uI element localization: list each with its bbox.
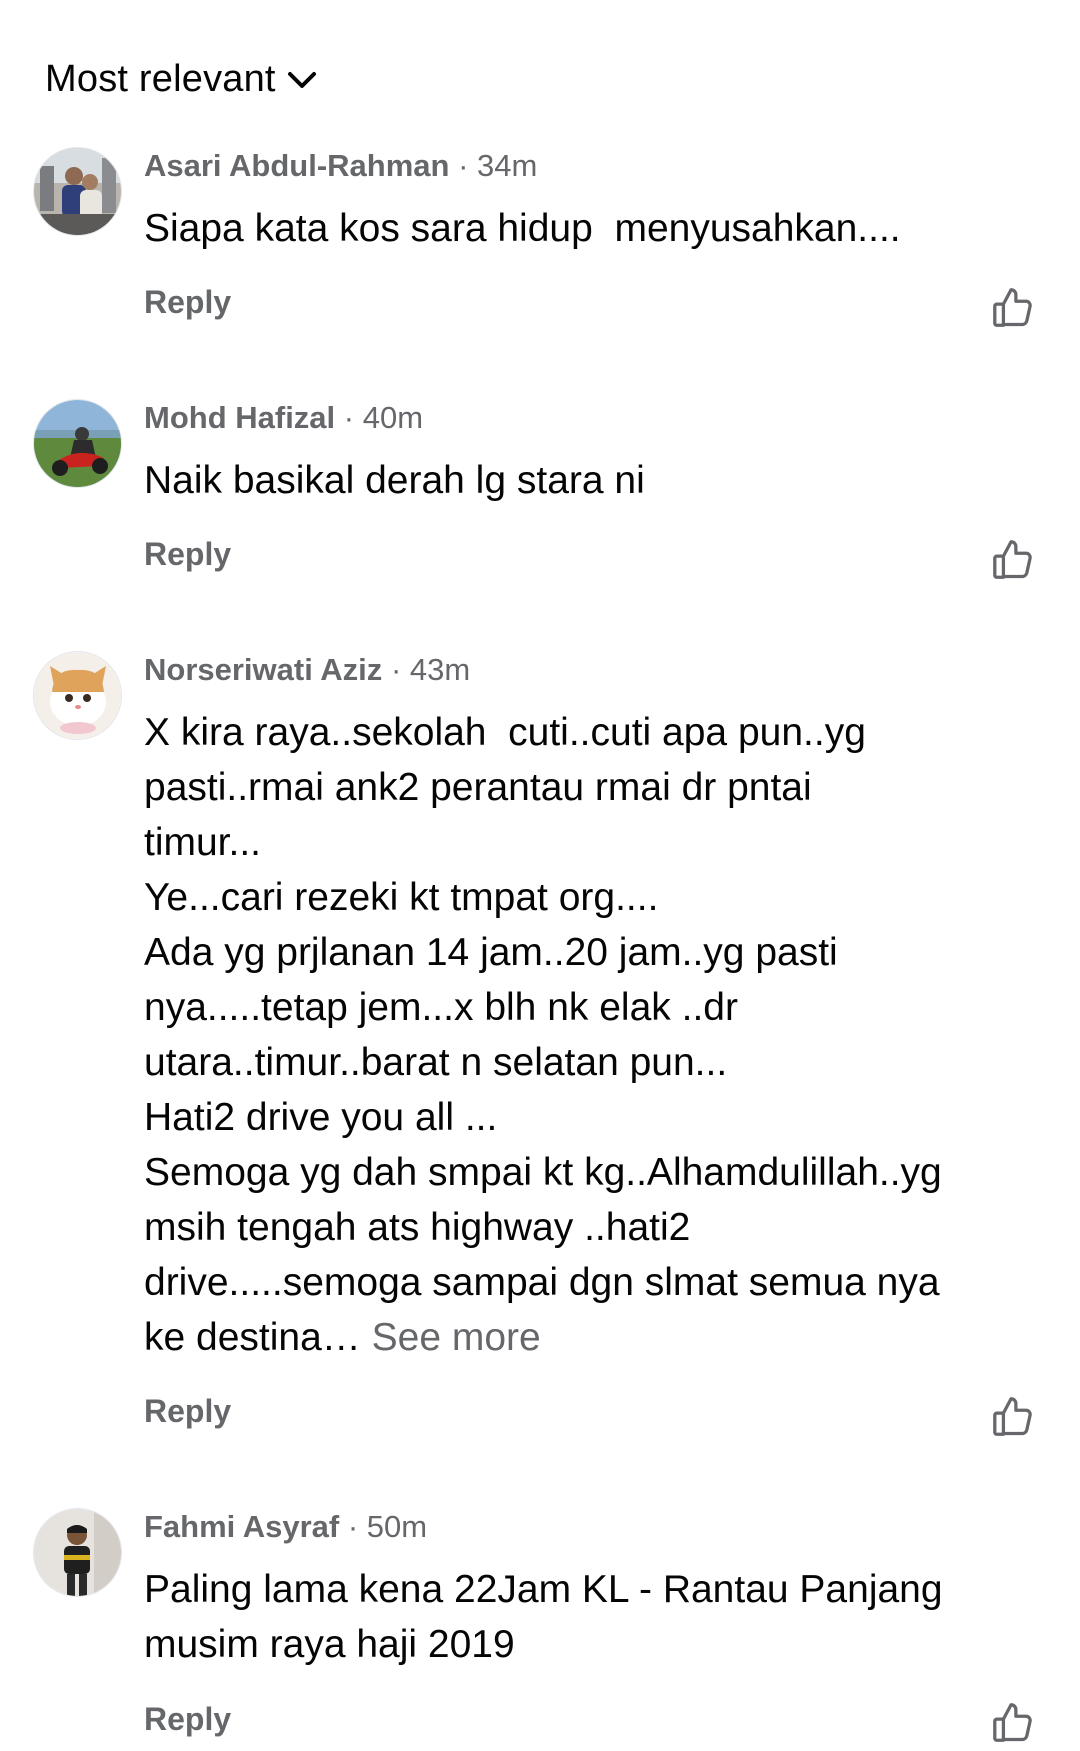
comment-author[interactable]: Norseriwati Aziz xyxy=(144,652,382,687)
avatar[interactable] xyxy=(33,651,122,740)
thumbs-up-icon[interactable] xyxy=(990,285,1036,331)
comment-time[interactable]: · 40m xyxy=(344,400,423,435)
comment-text: Naik basikal derah lg stara ni xyxy=(144,453,1054,508)
comment-meta: Fahmi Asyraf · 50m xyxy=(144,1509,427,1545)
thumbs-up-icon[interactable] xyxy=(990,537,1036,583)
comment-body: Naik basikal derah lg stara ni xyxy=(144,459,645,502)
reply-button[interactable]: Reply xyxy=(144,284,231,321)
sort-label: Most relevant xyxy=(45,58,276,100)
comment-meta: Asari Abdul-Rahman · 34m xyxy=(144,148,537,184)
comment-body: X kira raya..sekolah cuti..cuti apa pun.… xyxy=(144,711,942,1359)
see-more-link[interactable]: See more xyxy=(372,1316,541,1359)
thumbs-up-icon[interactable] xyxy=(990,1394,1036,1440)
comment-author[interactable]: Fahmi Asyraf xyxy=(144,1509,339,1544)
comment-meta: Norseriwati Aziz · 43m xyxy=(144,652,470,688)
comment-body: Paling lama kena 22Jam KL - Rantau Panja… xyxy=(144,1568,943,1666)
comment-text: Paling lama kena 22Jam KL - Rantau Panja… xyxy=(144,1562,1054,1672)
comment-time[interactable]: · 50m xyxy=(348,1509,427,1544)
reply-button[interactable]: Reply xyxy=(144,1701,231,1738)
comment-text: Siapa kata kos sara hidup menyusahkan...… xyxy=(144,201,1054,256)
comment-meta: Mohd Hafizal · 40m xyxy=(144,400,423,436)
comment-author[interactable]: Asari Abdul-Rahman xyxy=(144,148,449,183)
thumbs-up-icon[interactable] xyxy=(990,1700,1036,1746)
comment-time[interactable]: · 43m xyxy=(391,652,470,687)
comment-time[interactable]: · 34m xyxy=(458,148,537,183)
avatar[interactable] xyxy=(33,147,122,236)
avatar[interactable] xyxy=(33,1508,122,1597)
reply-button[interactable]: Reply xyxy=(144,536,231,573)
chevron-down-icon xyxy=(286,64,318,96)
avatar[interactable] xyxy=(33,399,122,488)
sort-dropdown[interactable]: Most relevant xyxy=(45,58,318,101)
comment-author[interactable]: Mohd Hafizal xyxy=(144,400,335,435)
reply-button[interactable]: Reply xyxy=(144,1393,231,1430)
comment-body: Siapa kata kos sara hidup menyusahkan...… xyxy=(144,207,901,250)
comment-text: X kira raya..sekolah cuti..cuti apa pun.… xyxy=(144,705,1054,1365)
